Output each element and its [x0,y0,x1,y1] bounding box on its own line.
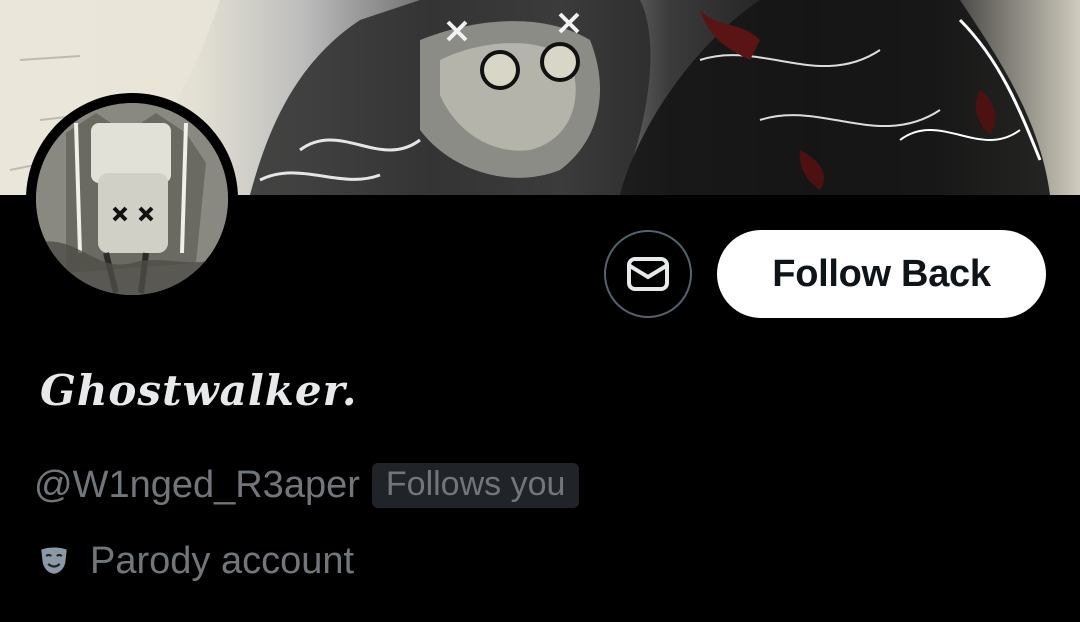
user-handle: @W1nged_R3aper [34,463,360,506]
profile-page: Follow Back Ghostwalker. @W1nged_R3aper … [0,0,1080,622]
envelope-icon [627,257,669,291]
follow-back-button[interactable]: Follow Back [717,230,1046,318]
avatar-image [36,103,228,295]
mask-glyph [41,547,67,574]
message-button[interactable] [604,230,692,318]
avatar-artwork [36,103,228,295]
theater-mask-icon [36,543,72,579]
parody-account-label: Parody account [90,539,355,582]
profile-avatar[interactable] [26,93,238,305]
account-label-row: Parody account [36,535,354,587]
display-name: Ghostwalker. [40,366,358,415]
handle-row: @W1nged_R3aper Follows you [34,460,580,510]
follows-you-badge: Follows you [371,462,580,508]
